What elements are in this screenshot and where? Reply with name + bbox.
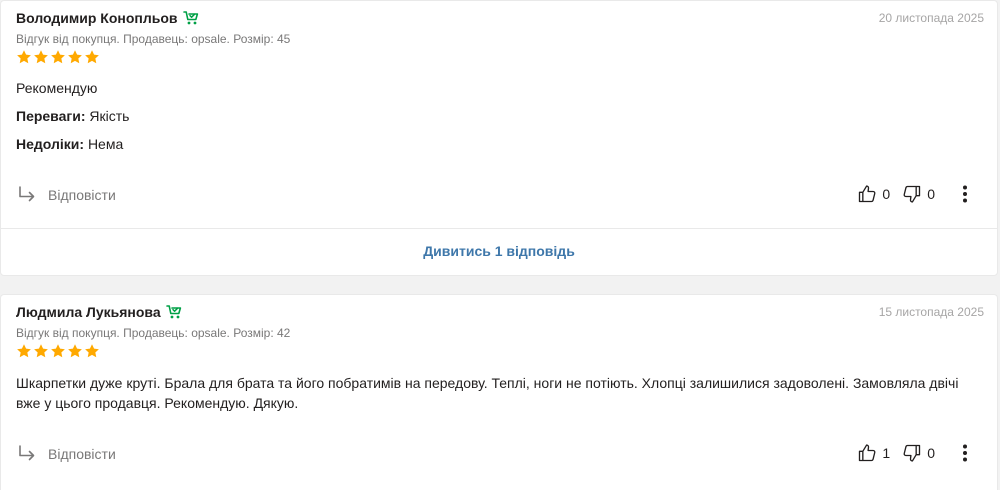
thumb-down-icon [903, 185, 921, 203]
dislike-count: 0 [927, 445, 935, 461]
like-count: 1 [882, 445, 891, 461]
divider [1, 228, 997, 229]
review-text: Рекомендую [16, 80, 98, 96]
reply-label: Відповісти [48, 446, 116, 462]
like-count: 0 [882, 186, 891, 202]
more-vertical-icon [963, 444, 967, 462]
review-votes: 0 0 [857, 184, 975, 204]
review-cons: Недоліки: Нема [16, 134, 123, 154]
cart-check-icon [165, 304, 183, 320]
dislike-button[interactable]: 0 [902, 184, 947, 204]
review-date: 15 листопада 2025 [878, 305, 984, 319]
review-meta: Відгук від покупця. Продавець: opsale. Р… [16, 326, 291, 340]
rating-stars [16, 343, 100, 359]
reply-arrow-icon [19, 445, 35, 461]
star-icon [17, 344, 31, 358]
pros-value: Якість [89, 108, 130, 124]
star-icon [34, 50, 48, 64]
review-header: Володимир Конопльов [16, 10, 200, 26]
review-date: 20 листопада 2025 [878, 11, 984, 25]
dislike-count: 0 [927, 186, 935, 202]
star-icon [17, 50, 31, 64]
cons-label: Недоліки: [16, 136, 85, 152]
more-options-button[interactable] [955, 184, 975, 204]
review-text-line: вже у цього продавця. Рекомендую. Дякую. [16, 395, 299, 411]
review-header: Людмила Лукьянова [16, 304, 183, 320]
thumb-up-icon [859, 185, 876, 203]
star-icon [34, 344, 48, 358]
star-icon [51, 344, 65, 358]
like-button[interactable]: 0 [857, 184, 902, 204]
cons-value: Нема [87, 136, 124, 152]
reply-arrow-icon [19, 186, 35, 202]
rating-stars [16, 49, 100, 65]
star-icon [85, 50, 99, 64]
star-icon [51, 50, 65, 64]
thumb-down-icon [903, 444, 921, 462]
reply-label: Відповісти [48, 187, 116, 203]
review-author: Володимир Конопльов [16, 10, 178, 26]
cart-check-icon [182, 10, 200, 26]
review-votes: 1 0 [857, 443, 975, 463]
pros-label: Переваги: [16, 108, 86, 124]
star-icon [68, 50, 82, 64]
review-pros: Переваги: Якість [16, 106, 129, 126]
star-icon [85, 344, 99, 358]
review-text-line: Шкарпетки дуже круті. Брала для брата та… [16, 375, 959, 391]
review-author: Людмила Лукьянова [16, 304, 161, 320]
star-icon [68, 344, 82, 358]
reply-button[interactable]: Відповісти [16, 443, 116, 465]
reply-button[interactable]: Відповісти [16, 184, 116, 206]
review-card: Людмила Лукьянова 15 листопада 2025 Відг… [0, 294, 998, 490]
review-card: Володимир Конопльов 20 листопада 2025 Ві… [0, 0, 998, 276]
more-vertical-icon [963, 185, 967, 203]
thumb-up-icon [859, 444, 876, 462]
see-replies-link[interactable]: Дивитись 1 відповідь [1, 243, 997, 259]
dislike-button[interactable]: 0 [902, 443, 947, 463]
more-options-button[interactable] [955, 443, 975, 463]
like-button[interactable]: 1 [857, 443, 902, 463]
review-text: Шкарпетки дуже круті. Брала для брата та… [16, 373, 958, 413]
review-meta: Відгук від покупця. Продавець: opsale. Р… [16, 32, 291, 46]
